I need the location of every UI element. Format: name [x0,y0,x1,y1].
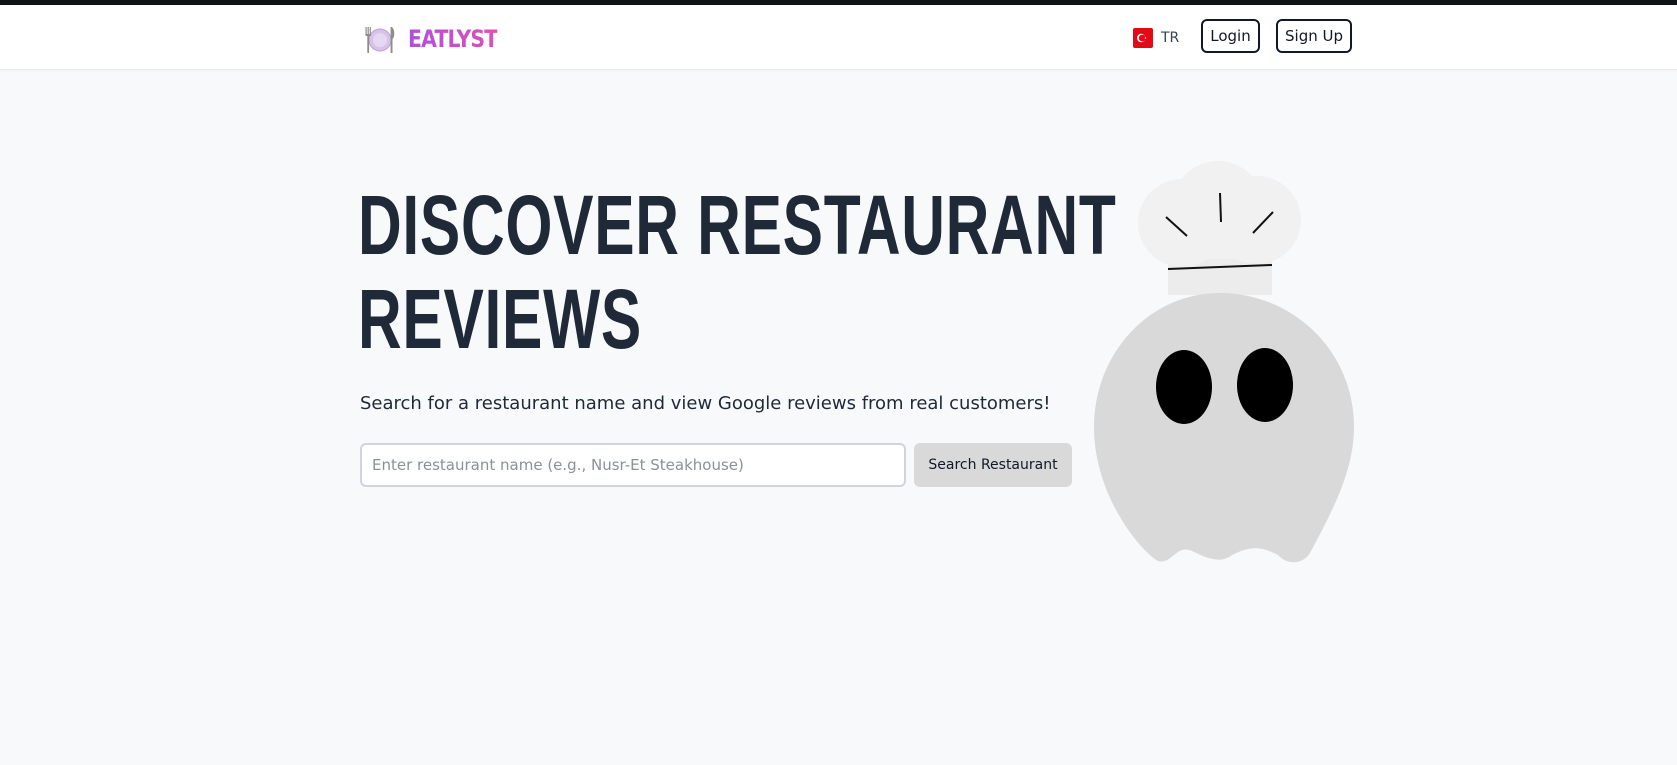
login-button[interactable]: Login [1201,19,1260,53]
hero-title: DISCOVER RESTAURANT REVIEWS [358,178,1117,366]
brand-name: EATLYST [408,25,498,53]
ghost-body [1094,293,1354,563]
ghost-right-eye [1237,348,1293,422]
flag-turkey-icon [1133,28,1153,48]
plate-utensils-icon [364,24,396,54]
site-header: EATLYST TR Login Sign Up [0,5,1677,70]
language-code: TR [1161,30,1180,46]
hero-title-line-2: REVIEWS [358,272,642,366]
language-switcher[interactable]: TR [1133,28,1179,48]
hero-subtitle: Search for a restaurant name and view Go… [360,393,1051,414]
search-restaurant-button[interactable]: Search Restaurant [914,443,1072,487]
chef-ghost-illustration [1092,155,1358,565]
chef-hat-icon [1138,161,1301,295]
restaurant-search-input[interactable] [360,443,906,487]
ghost-left-eye [1156,350,1212,424]
hero-title-line-1: DISCOVER RESTAURANT [358,178,1117,272]
brand-logo-link[interactable]: EATLYST [364,24,513,54]
signup-button[interactable]: Sign Up [1276,19,1352,53]
